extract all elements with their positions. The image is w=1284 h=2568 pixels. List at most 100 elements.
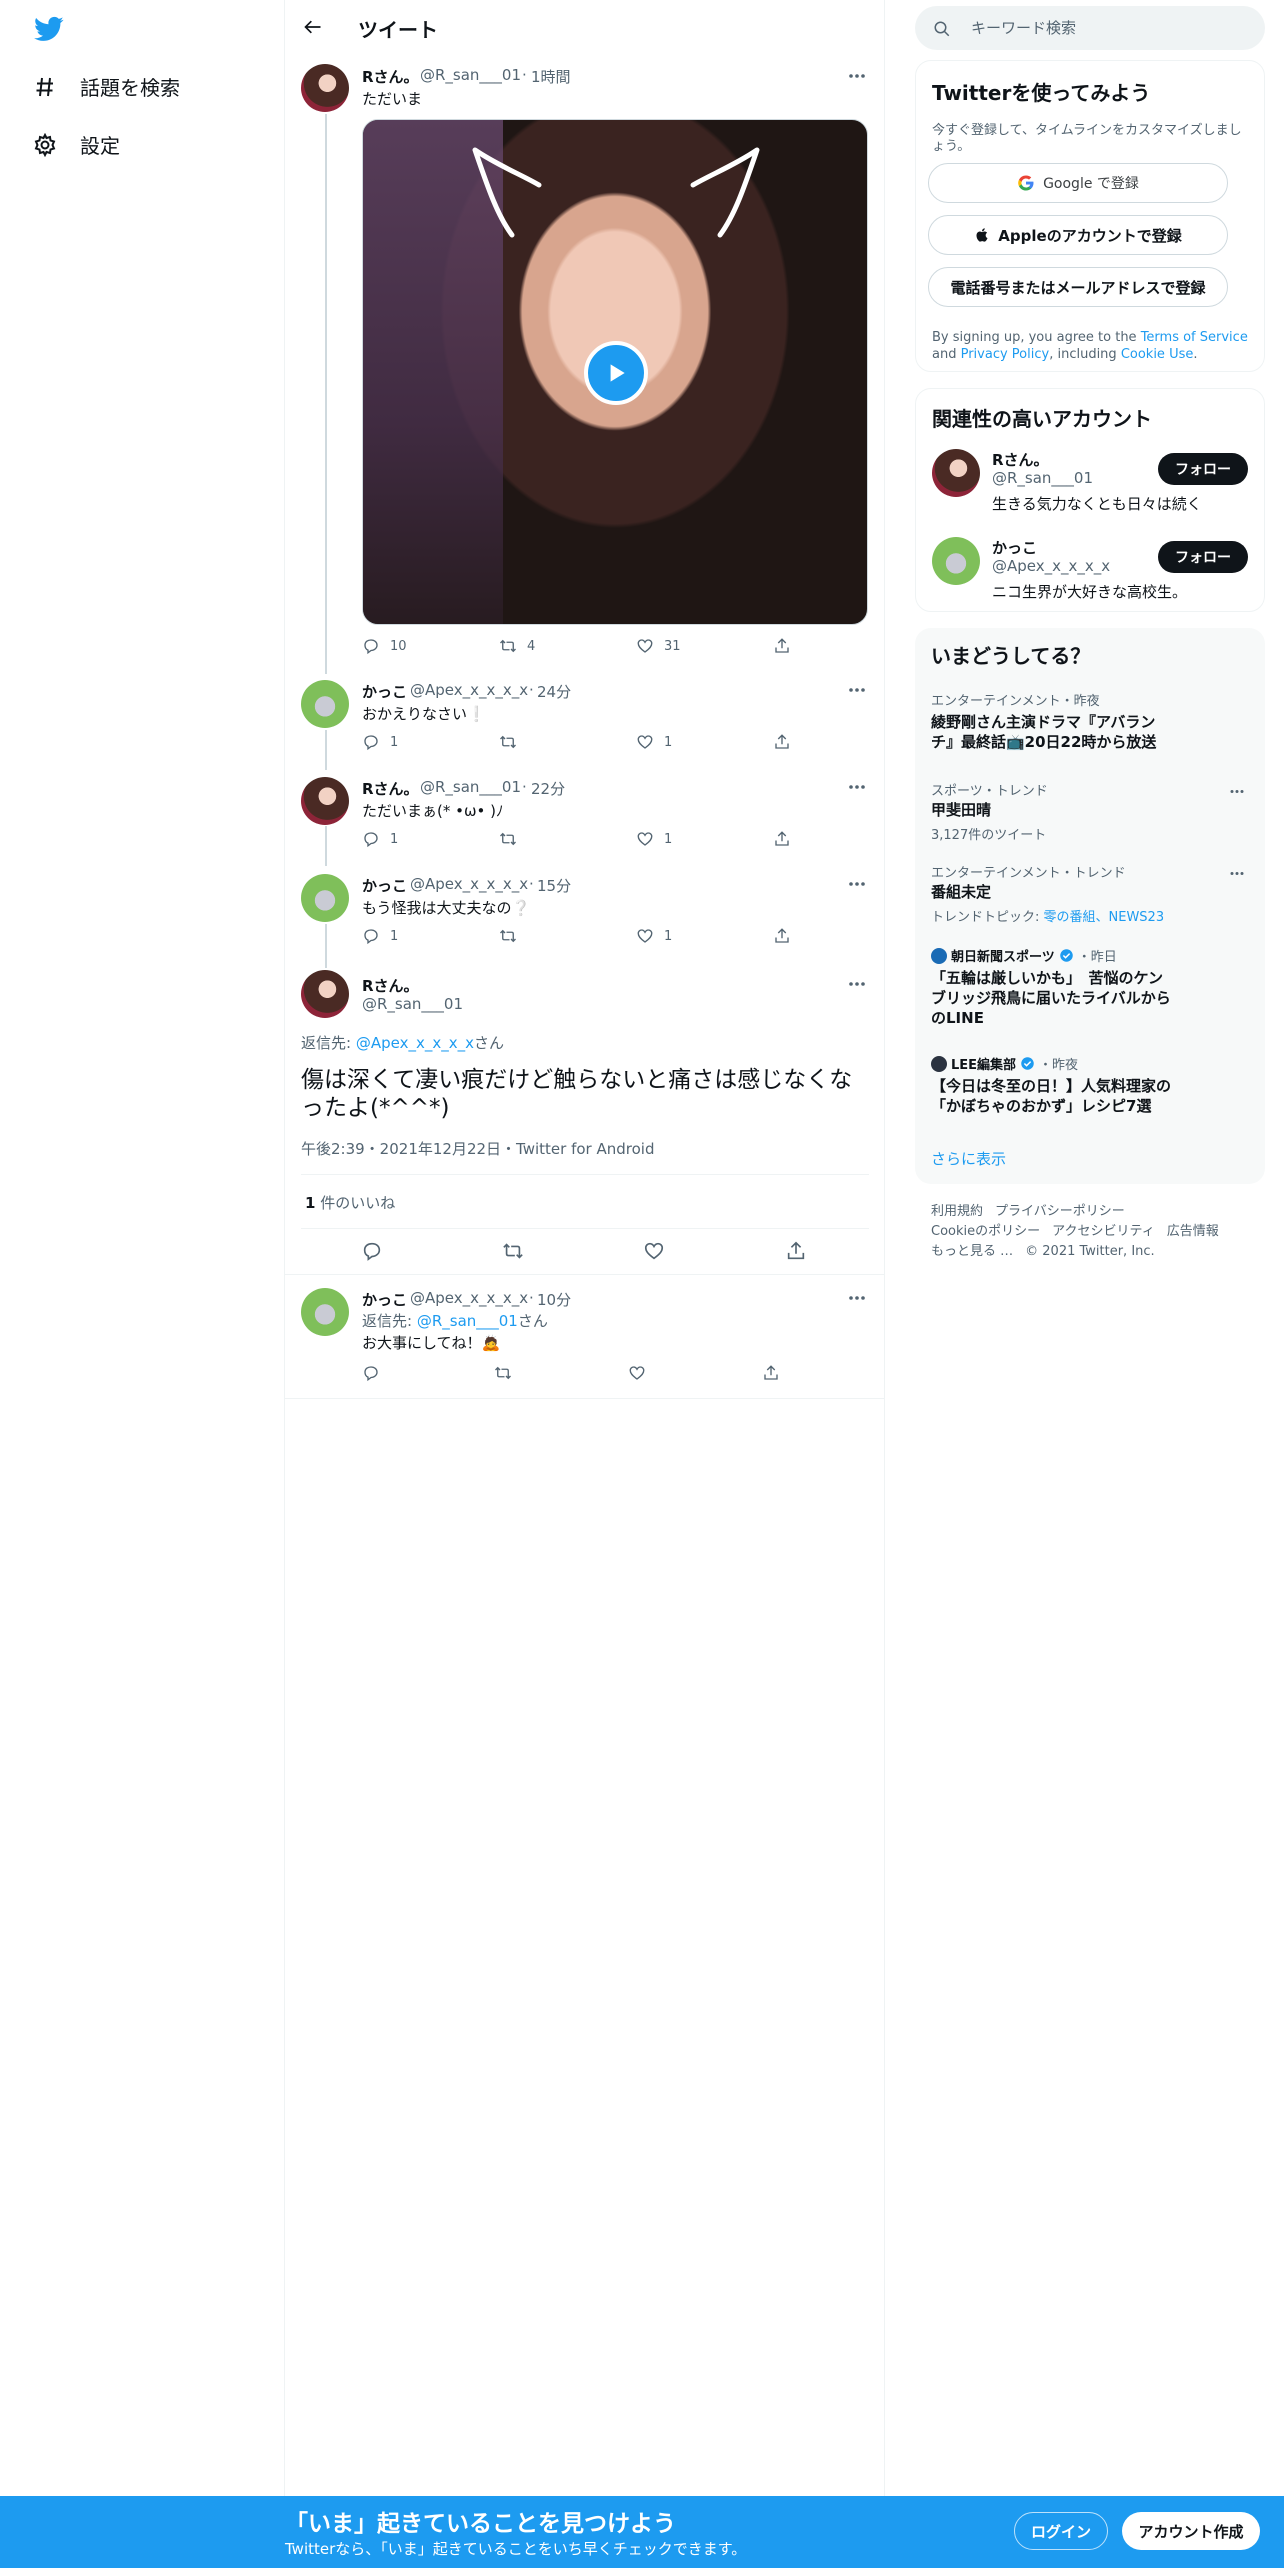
cookie-use-link[interactable]: Cookie Use: [1121, 347, 1194, 362]
like-button[interactable]: 1: [636, 830, 672, 848]
tweet-text: ただいま: [362, 90, 423, 108]
create-account-button[interactable]: アカウント作成: [1122, 2512, 1260, 2550]
show-more-link[interactable]: さらに表示: [931, 1148, 1006, 1169]
account-name[interactable]: かっこ: [992, 537, 1037, 558]
footer-link[interactable]: プライバシーポリシー: [995, 1204, 1125, 1219]
more-options-icon[interactable]: [846, 875, 868, 893]
more-options-icon[interactable]: [846, 1289, 868, 1307]
tweet-author-name[interactable]: Rさん。: [362, 778, 419, 799]
avatar[interactable]: [932, 449, 980, 497]
retweet-button[interactable]: [499, 830, 517, 848]
tweet-author-name[interactable]: Rさん。: [362, 975, 419, 996]
tweet-author-handle[interactable]: @Apex_x_x_x_x: [410, 681, 528, 699]
footer-link[interactable]: 広告情報: [1167, 1224, 1219, 1239]
google-signup-button[interactable]: Google で登録: [928, 163, 1228, 203]
like-button[interactable]: 1: [636, 927, 672, 945]
more-options-icon[interactable]: [846, 778, 868, 796]
signup-terms: By signing up, you agree to the Terms of…: [932, 329, 1248, 363]
back-arrow-icon[interactable]: [299, 13, 327, 41]
trend-topics-link[interactable]: 零の番組、NEWS23: [1044, 910, 1165, 925]
share-button[interactable]: [762, 1364, 780, 1382]
reply-icon: [364, 929, 378, 945]
reply-handle-link[interactable]: @Apex_x_x_x_x: [356, 1034, 474, 1052]
footer-link[interactable]: Cookieのポリシー: [931, 1224, 1040, 1239]
account-name[interactable]: Rさん。: [992, 449, 1049, 470]
retweet-button[interactable]: [500, 1238, 526, 1264]
more-options-icon[interactable]: [846, 681, 868, 699]
like-button[interactable]: 1: [636, 733, 672, 751]
more-options-icon[interactable]: [846, 975, 868, 993]
avatar[interactable]: [301, 970, 349, 1018]
related-accounts-title: 関連性の高いアカウント: [932, 407, 1152, 431]
like-button[interactable]: [641, 1238, 667, 1264]
tweet-video[interactable]: [362, 119, 868, 625]
reply-button[interactable]: 1: [362, 927, 398, 945]
tweet-author-handle[interactable]: @R_san___01: [420, 778, 521, 796]
tweet-author-name[interactable]: かっこ: [362, 1289, 407, 1310]
more-options-icon[interactable]: [1225, 782, 1249, 800]
more-options-icon[interactable]: [1225, 864, 1249, 882]
apple-signup-button[interactable]: Appleのアカウントで登録: [928, 215, 1228, 255]
phone-email-signup-button[interactable]: 電話番号またはメールアドレスで登録: [928, 267, 1228, 307]
terms-prefix: By signing up, you agree to the: [932, 330, 1141, 345]
share-button[interactable]: [773, 637, 791, 655]
avatar[interactable]: [301, 680, 349, 728]
thread-connector-line: [325, 826, 327, 866]
reply-button[interactable]: 1: [362, 830, 398, 848]
retweet-button[interactable]: 4: [499, 637, 535, 655]
retweet-button[interactable]: [499, 733, 517, 751]
nav-explore[interactable]: 話題を検索: [32, 72, 180, 101]
gear-icon: [32, 132, 58, 158]
tweet-author-name[interactable]: かっこ: [362, 875, 407, 896]
reply-button[interactable]: 10: [362, 637, 407, 655]
search-bar[interactable]: [915, 6, 1265, 50]
tweet-author-handle[interactable]: @Apex_x_x_x_x: [410, 875, 528, 893]
share-button[interactable]: [773, 830, 791, 848]
tweet-time[interactable]: 24分: [537, 681, 571, 702]
tweet-author-handle[interactable]: @Apex_x_x_x_x: [410, 1289, 528, 1307]
tweet-time[interactable]: 22分: [531, 778, 565, 799]
avatar[interactable]: [301, 64, 349, 112]
share-button[interactable]: [773, 733, 791, 751]
follow-button[interactable]: フォロー: [1158, 453, 1248, 485]
tweet-time[interactable]: 10分: [537, 1289, 571, 1310]
twitter-logo-icon[interactable]: [32, 14, 66, 44]
reply-button[interactable]: [359, 1238, 385, 1264]
account-handle[interactable]: @R_san___01: [992, 469, 1093, 487]
follow-button[interactable]: フォロー: [1158, 541, 1248, 573]
like-button[interactable]: [628, 1364, 646, 1382]
like-button[interactable]: 31: [636, 637, 681, 655]
tweet-timestamp[interactable]: 午後2:39・2021年12月22日・Twitter for Android: [301, 1138, 654, 1159]
retweet-button[interactable]: [494, 1364, 512, 1382]
terms-of-service-link[interactable]: Terms of Service: [1141, 330, 1248, 345]
avatar[interactable]: [932, 537, 980, 585]
footer-link[interactable]: もっと見る …: [931, 1244, 1013, 1259]
share-button[interactable]: [773, 927, 791, 945]
avatar[interactable]: [301, 874, 349, 922]
play-button[interactable]: [584, 341, 648, 405]
more-options-icon[interactable]: [846, 67, 868, 85]
tweet-author-handle[interactable]: @R_san___01: [420, 66, 521, 84]
reply-handle-link[interactable]: @R_san___01: [417, 1312, 518, 1330]
news-source-name: LEE編集部: [951, 1058, 1017, 1073]
login-button[interactable]: ログイン: [1014, 2512, 1108, 2550]
tweet-author-name[interactable]: かっこ: [362, 681, 407, 702]
tweet-time[interactable]: 1時間: [531, 66, 571, 87]
reply-button[interactable]: 1: [362, 733, 398, 751]
search-input[interactable]: [971, 16, 1241, 40]
retweet-button[interactable]: [499, 927, 517, 945]
footer-link[interactable]: アクセシビリティ: [1052, 1224, 1155, 1239]
likes-summary[interactable]: 1 件のいいね: [305, 1192, 395, 1213]
avatar[interactable]: [301, 1288, 349, 1336]
avatar[interactable]: [301, 777, 349, 825]
footer-link[interactable]: 利用規約: [931, 1204, 983, 1219]
reply-button[interactable]: [362, 1364, 380, 1382]
reply-icon: [364, 639, 378, 655]
privacy-policy-link[interactable]: Privacy Policy: [961, 347, 1050, 362]
nav-settings[interactable]: 設定: [32, 130, 120, 159]
share-button[interactable]: [783, 1238, 809, 1264]
account-handle[interactable]: @Apex_x_x_x_x: [992, 557, 1110, 575]
tweet-author-handle[interactable]: @R_san___01: [362, 995, 463, 1013]
tweet-time[interactable]: 15分: [537, 875, 571, 896]
tweet-author-name[interactable]: Rさん。: [362, 66, 419, 87]
